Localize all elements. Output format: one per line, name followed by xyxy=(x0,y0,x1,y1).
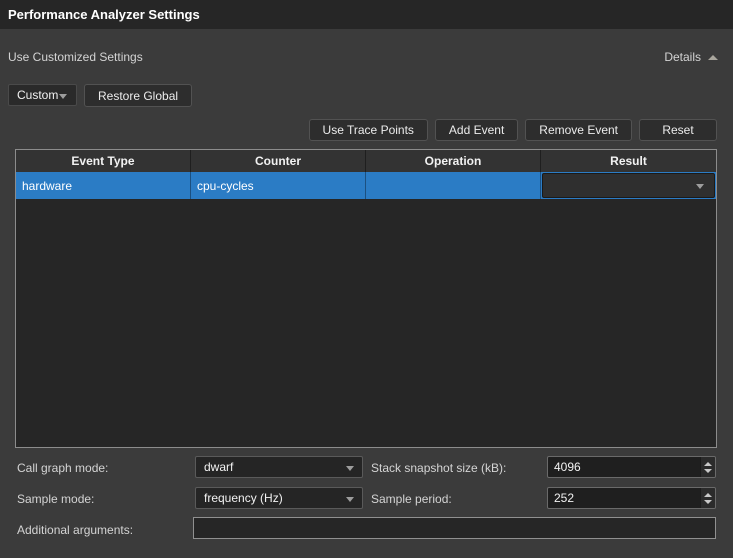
spin-up-icon[interactable] xyxy=(704,462,712,466)
performance-analyzer-settings-panel: Performance Analyzer Settings Use Custom… xyxy=(0,0,733,558)
stack-snapshot-size-spinbox[interactable] xyxy=(547,456,716,478)
column-header-result[interactable]: Result xyxy=(541,150,716,172)
result-select[interactable] xyxy=(542,173,715,198)
column-header-counter[interactable]: Counter xyxy=(191,150,366,172)
call-graph-mode-select[interactable]: dwarf xyxy=(195,456,363,478)
settings-mode-select[interactable]: Custom xyxy=(8,84,77,106)
call-graph-mode-label: Call graph mode: xyxy=(17,461,108,475)
chevron-down-icon xyxy=(59,94,67,99)
table-row[interactable]: hardware cpu-cycles xyxy=(16,172,716,199)
column-header-event-type[interactable]: Event Type xyxy=(16,150,191,172)
stack-snapshot-size-label: Stack snapshot size (kB): xyxy=(371,461,506,475)
call-graph-mode-value: dwarf xyxy=(204,460,233,474)
add-event-button[interactable]: Add Event xyxy=(435,119,518,141)
sample-period-spinbox[interactable] xyxy=(547,487,716,509)
reset-button[interactable]: Reset xyxy=(639,119,717,141)
result-cell[interactable] xyxy=(541,172,716,199)
event-type-cell[interactable]: hardware xyxy=(16,172,191,199)
chevron-down-icon xyxy=(346,466,354,471)
spin-down-icon[interactable] xyxy=(704,500,712,504)
chevron-down-icon xyxy=(696,184,704,189)
sample-period-input[interactable] xyxy=(548,488,699,508)
column-header-operation[interactable]: Operation xyxy=(366,150,541,172)
spin-up-icon[interactable] xyxy=(704,493,712,497)
settings-mode-value: Custom xyxy=(17,88,58,102)
restore-global-button[interactable]: Restore Global xyxy=(84,84,192,107)
sample-mode-select[interactable]: frequency (Hz) xyxy=(195,487,363,509)
spinner-buttons[interactable] xyxy=(700,488,715,508)
remove-event-button[interactable]: Remove Event xyxy=(525,119,632,141)
events-table-header: Event Type Counter Operation Result xyxy=(16,150,716,172)
sample-period-label: Sample period: xyxy=(371,492,452,506)
additional-arguments-label: Additional arguments: xyxy=(17,523,133,537)
details-label: Details xyxy=(664,50,701,64)
sample-mode-value: frequency (Hz) xyxy=(204,491,283,505)
sample-mode-label: Sample mode: xyxy=(17,492,94,506)
additional-arguments-input[interactable] xyxy=(193,517,716,539)
chevron-down-icon xyxy=(346,497,354,502)
chevron-up-icon xyxy=(708,55,718,60)
spin-down-icon[interactable] xyxy=(704,469,712,473)
spinner-buttons[interactable] xyxy=(700,457,715,477)
use-customized-settings-label: Use Customized Settings xyxy=(8,50,143,64)
details-toggle[interactable]: Details xyxy=(664,50,718,64)
counter-cell[interactable]: cpu-cycles xyxy=(191,172,366,199)
page-title: Performance Analyzer Settings xyxy=(8,7,200,22)
table-empty-area xyxy=(16,199,716,447)
panel-header: Performance Analyzer Settings xyxy=(0,0,733,29)
operation-cell[interactable] xyxy=(366,172,541,199)
use-trace-points-button[interactable]: Use Trace Points xyxy=(309,119,428,141)
events-table: Event Type Counter Operation Result hard… xyxy=(15,149,717,448)
stack-snapshot-size-input[interactable] xyxy=(548,457,699,477)
events-toolbar: Use Trace Points Add Event Remove Event … xyxy=(309,119,717,141)
